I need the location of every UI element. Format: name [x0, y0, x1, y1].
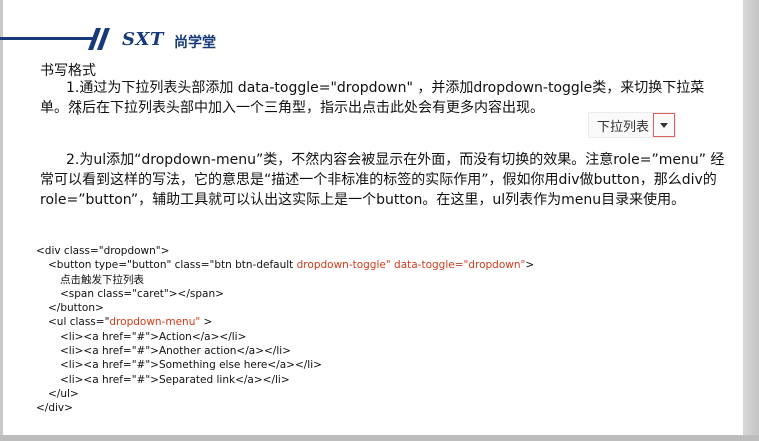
code-line: <li><a href="#">Action</a></li>: [60, 330, 247, 343]
demo-dropdown-label[interactable]: 下拉列表: [589, 116, 653, 135]
code-line: </button>: [48, 302, 104, 315]
code-token: >: [200, 316, 213, 329]
section-title: 书写格式: [40, 63, 96, 79]
code-line: <li><a href="#">Something else here</a><…: [60, 359, 322, 372]
code-highlight: dropdown-menu": [109, 316, 201, 329]
code-line: 点击触发下拉列表: [60, 273, 144, 286]
code-highlight: data-toggle="dropdown": [390, 259, 526, 272]
code-line: <ul class="dropdown-menu" >: [36, 315, 534, 329]
code-token: <button type="button" class="btn btn-def…: [48, 259, 297, 272]
code-token: >: [525, 259, 535, 272]
logo-brand: SXT: [122, 29, 164, 50]
code-line: </div>: [36, 402, 73, 415]
demo-dropdown-toggle[interactable]: [653, 113, 676, 137]
caret-down-icon: [660, 122, 669, 128]
code-line: <span class="caret"></span>: [60, 287, 224, 300]
text-cursor-icon: I: [76, 104, 80, 118]
demo-dropdown[interactable]: 下拉列表: [588, 112, 677, 138]
code-line: <li><a href="#">Another action</a></li>: [60, 345, 291, 358]
code-line: </ul>: [48, 387, 79, 400]
logo-header: SXT 尚学堂: [0, 28, 743, 51]
code-line: <div class="dropdown">: [36, 245, 170, 257]
window-frame-left: [0, 0, 3, 441]
logo-slashes-icon: [88, 28, 110, 50]
code-highlight: dropdown-toggle": [296, 259, 391, 272]
logo-brand-cn: 尚学堂: [174, 35, 216, 51]
paragraph-2: 2.为ul添加“dropdown-menu”类，不然内容会被显示在外面，而没有切…: [40, 152, 725, 208]
window-frame-bottom: [0, 435, 759, 441]
code-token: <ul class=": [48, 316, 110, 329]
code-line: <li><a href="#">Separated link</a></li>: [60, 373, 290, 386]
code-sample: <div class="dropdown"> <button type="but…: [36, 244, 534, 416]
window-frame-right: [743, 0, 759, 441]
code-line: <button type="button" class="btn btn-def…: [36, 258, 534, 272]
